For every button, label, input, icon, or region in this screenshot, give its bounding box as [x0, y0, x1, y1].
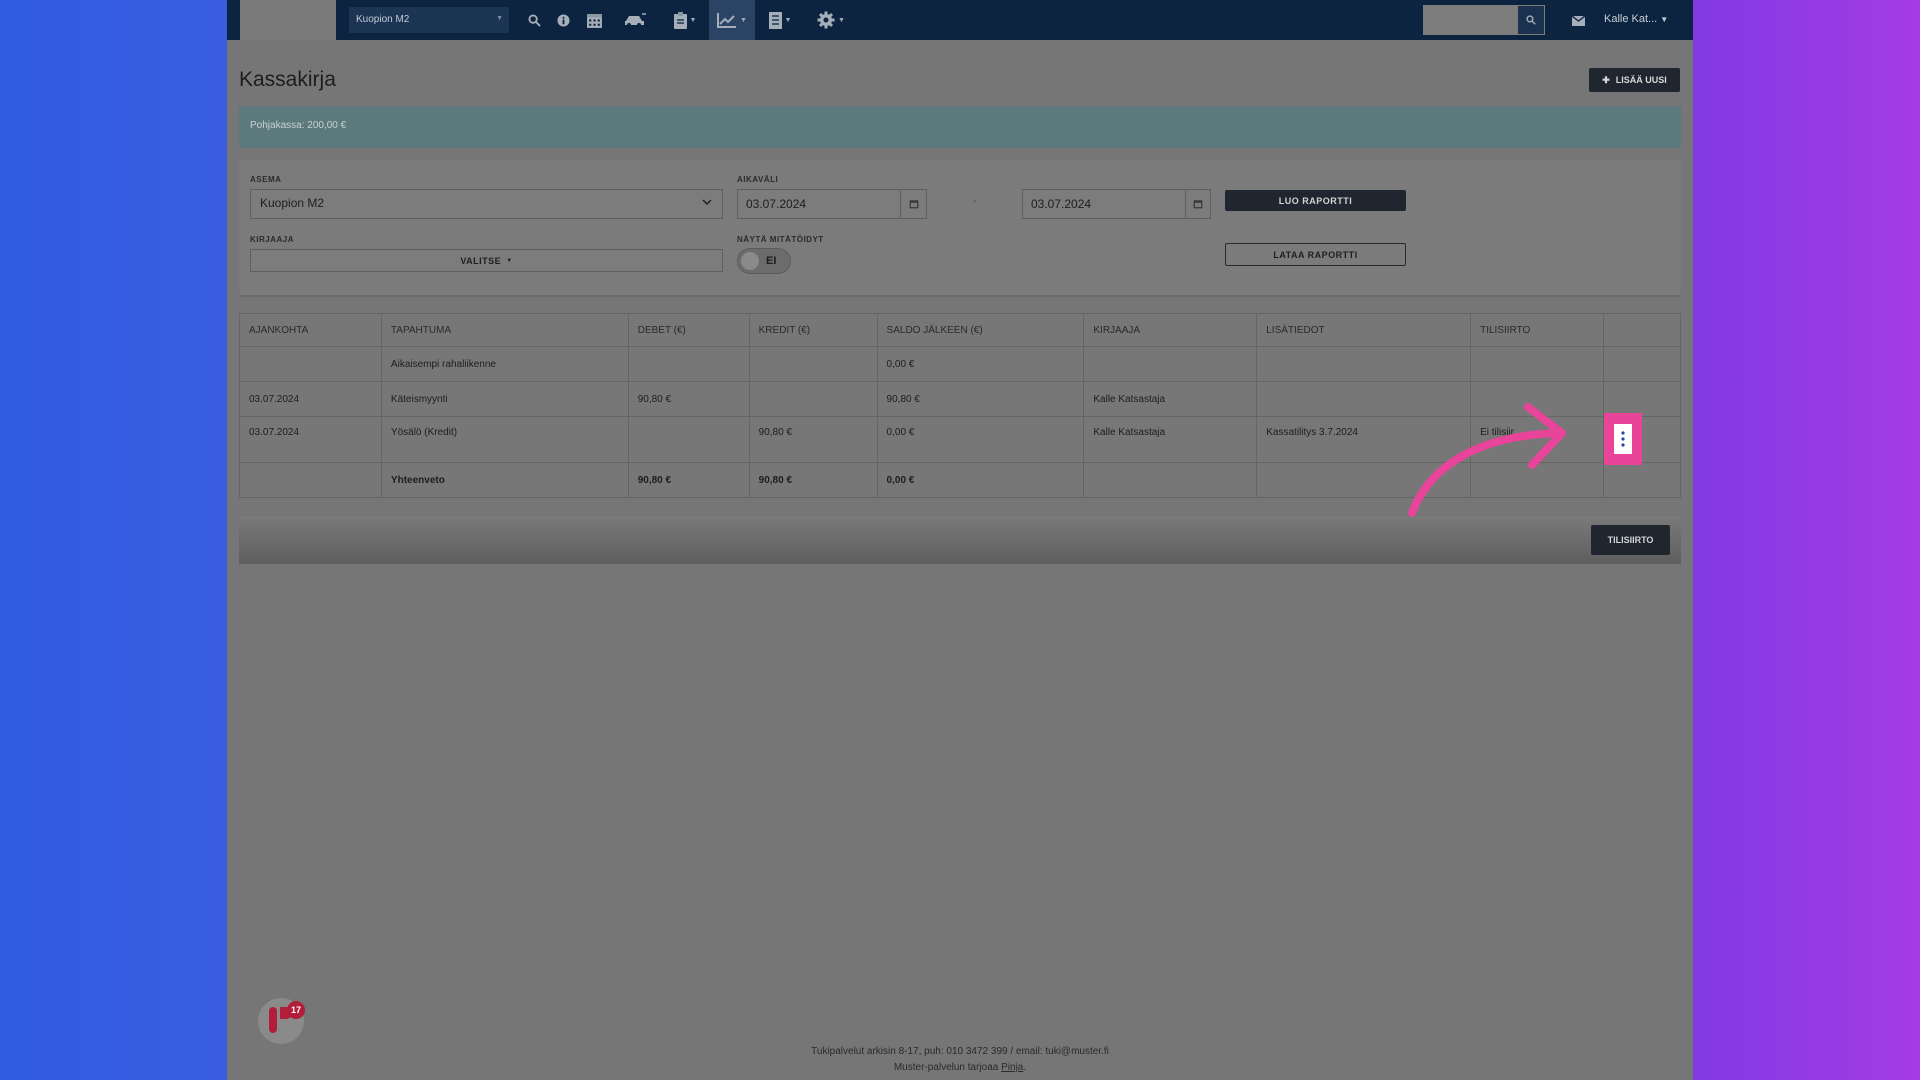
recorder-select-value: VALITSE [460, 255, 502, 266]
gear-icon[interactable]: ▼ [814, 0, 848, 40]
pointer-arrow-icon [1408, 403, 1566, 517]
add-new-label: LISÄÄ UUSI [1615, 75, 1667, 85]
table-cell [1603, 462, 1681, 498]
support-text: Tukipalvelut arkisin 8-17, puh: 010 3472… [811, 1046, 1109, 1057]
toggle-knob [740, 251, 760, 271]
date-range-separator: - [973, 196, 977, 207]
date-from-input[interactable]: 03.07.2024 [737, 189, 901, 219]
column-header[interactable]: TILISIIRTO [1470, 313, 1605, 347]
column-header[interactable]: KIRJAAJA [1083, 313, 1258, 347]
date-to-input[interactable]: 03.07.2024 [1022, 189, 1186, 219]
table-cell: 0,00 € [876, 462, 1085, 498]
table-cell: Kalle Katsastaja [1083, 416, 1258, 463]
table-cell: Kalle Katsastaja [1083, 381, 1258, 417]
column-header[interactable]: LISÄTIEDOT [1256, 313, 1472, 347]
station-select-value: Kuopion M2 [260, 196, 325, 210]
station-selector-label: Kuopion M2 [356, 14, 410, 25]
station-select[interactable]: Kuopion M2 [250, 189, 723, 219]
table-cell [239, 462, 382, 498]
table-cell: Yösälö (Kredit) [380, 416, 629, 463]
column-header[interactable]: SALDO JÄLKEEN (€) [876, 313, 1085, 347]
clipboard-icon[interactable]: ▼ [670, 0, 700, 40]
table-cell: Käteismyynti [380, 381, 629, 417]
document-icon[interactable]: ▼ [765, 0, 795, 40]
more-vertical-icon[interactable] [1614, 424, 1632, 454]
create-report-button[interactable]: LUO RAPORTTI [1225, 190, 1406, 211]
column-header[interactable]: KREDIT (€) [748, 313, 878, 347]
download-report-button[interactable]: LATAA RAPORTTI [1225, 243, 1406, 266]
table-cell [1470, 346, 1605, 382]
mail-icon[interactable] [1571, 13, 1586, 31]
toggle-label: EI [766, 255, 777, 267]
provider-period: . [1023, 1062, 1027, 1073]
column-header [1603, 313, 1681, 347]
table-cell: 90,80 € [876, 381, 1085, 417]
table-cell: 03.07.2024 [239, 416, 382, 463]
app-window: Kuopion M2 ▼ ▼ ▼ ▼ ▼ Kalle Kat... ▼ Kass… [227, 0, 1693, 1080]
table-footer-bar [239, 516, 1681, 564]
top-search-input[interactable] [1423, 5, 1517, 35]
table-cell: 90,80 € [748, 462, 878, 498]
table-cell: 90,80 € [627, 381, 750, 417]
table-cell [748, 381, 878, 417]
user-name: Kalle Kat... [1604, 13, 1658, 25]
column-header[interactable]: DEBET (€) [627, 313, 750, 347]
table-cell [1083, 346, 1258, 382]
table-cell [1256, 346, 1472, 382]
table-cell: Yhteenveto [380, 462, 629, 498]
calendar-icon[interactable] [579, 0, 609, 40]
table-cell [1603, 381, 1681, 417]
calendar-icon[interactable] [1185, 189, 1211, 219]
table-cell: Aikaisempi rahaliikenne [380, 346, 629, 382]
user-menu[interactable]: Kalle Kat... ▼ [1604, 13, 1668, 25]
table-cell [748, 346, 878, 382]
chevron-down-icon: ▼ [496, 15, 503, 22]
column-header[interactable]: TAPAHTUMA [380, 313, 629, 347]
chevron-down-icon: ▼ [506, 257, 513, 264]
plus-icon: ✚ [1602, 74, 1610, 85]
chart-icon[interactable]: ▼ [709, 0, 755, 40]
table-cell [1603, 346, 1681, 382]
table-cell: 90,80 € [748, 416, 878, 463]
table-cell [627, 346, 750, 382]
provider-prefix: Muster-palvelun tarjoaa [893, 1062, 999, 1073]
recorder-select[interactable]: VALITSE ▼ [250, 249, 723, 272]
station-label: ASEMA [250, 175, 282, 184]
search-icon [1526, 15, 1536, 25]
table-cell: 0,00 € [876, 346, 1085, 382]
calendar-icon[interactable] [900, 189, 927, 219]
row-menu-highlight[interactable] [1604, 413, 1642, 465]
base-cash-info: Pohjakassa: 200,00 € [239, 106, 1681, 148]
add-new-button[interactable]: ✚ LISÄÄ UUSI [1589, 68, 1680, 92]
table-header-row: AJANKOHTA TAPAHTUMA DEBET (€) KREDIT (€)… [239, 313, 1681, 347]
show-void-label: NÄYTÄ MITÄTÖIDYT [737, 235, 824, 244]
table-cell [1083, 462, 1258, 498]
search-icon[interactable] [523, 0, 545, 40]
chevron-down-icon: ▼ [1660, 15, 1669, 24]
car-icon[interactable] [617, 0, 653, 40]
table-row: Aikaisempi rahaliikenne 0,00 € [239, 346, 1681, 382]
table-cell [627, 416, 750, 463]
chevron-down-icon [702, 196, 712, 210]
show-void-toggle[interactable]: EI [737, 248, 791, 274]
station-selector[interactable]: Kuopion M2 ▼ [349, 7, 509, 33]
logo[interactable] [240, 0, 336, 40]
table-cell: 03.07.2024 [239, 381, 382, 417]
provider-text: Muster-palvelun tarjoaa Pinja. [227, 1062, 1693, 1073]
date-range-label: AIKAVÄLI [737, 175, 779, 184]
column-header[interactable]: AJANKOHTA [239, 313, 382, 347]
table-cell [239, 346, 382, 382]
recorder-label: KIRJAAJA [250, 235, 295, 244]
notification-badge: 17 [287, 1001, 305, 1019]
table-cell: 0,00 € [876, 416, 1085, 463]
filter-panel: ASEMA Kuopion M2 AIKAVÄLI 03.07.2024 - 0… [239, 160, 1681, 297]
top-navbar: Kuopion M2 ▼ ▼ ▼ ▼ ▼ Kalle Kat... ▼ [227, 0, 1693, 40]
table-cell: 90,80 € [627, 462, 750, 498]
page-title: Kassakirja [239, 68, 336, 91]
provider-link[interactable]: Pinja [1001, 1062, 1023, 1073]
transfer-button[interactable]: TILISIIRTO [1591, 525, 1670, 555]
info-icon[interactable] [552, 0, 574, 40]
top-search-button[interactable] [1517, 5, 1545, 35]
